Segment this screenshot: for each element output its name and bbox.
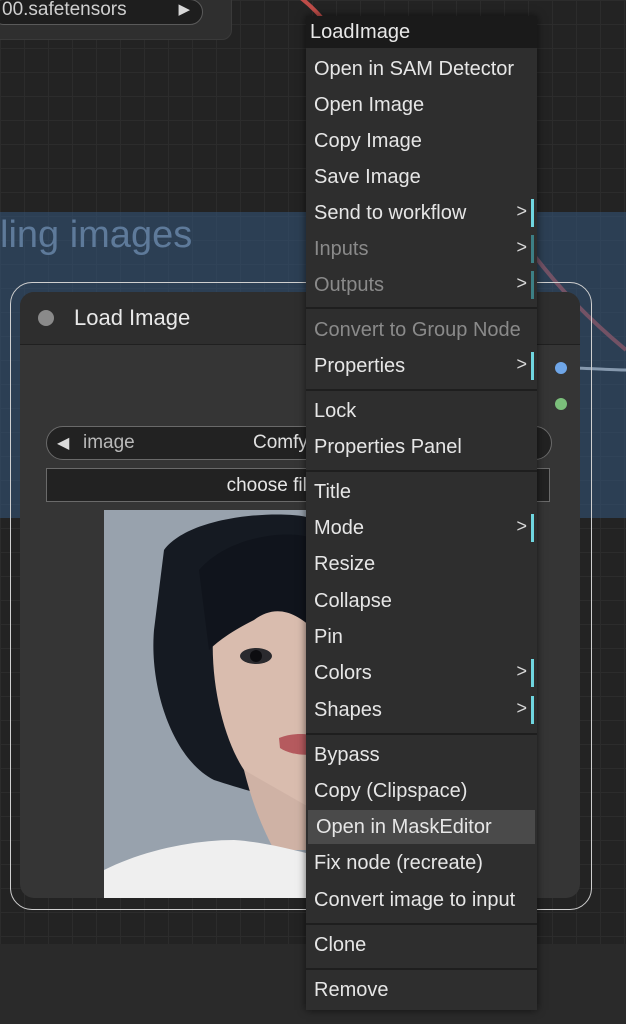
menu-item-remove[interactable]: Remove <box>306 973 537 1007</box>
menu-item-convert-to-group-node: Convert to Group Node <box>306 313 537 347</box>
previous-node[interactable]: 00.safetensors ▶ <box>0 0 232 40</box>
menu-item-label: Convert image to input <box>314 889 516 911</box>
submenu-indicator <box>531 514 534 542</box>
submenu-chevron-icon: > <box>516 354 527 374</box>
menu-item-resize[interactable]: Resize <box>306 547 537 581</box>
node-title: Load Image <box>74 305 191 330</box>
menu-item-label: Mode <box>314 517 365 539</box>
menu-item-label: Title <box>314 481 352 503</box>
menu-item-fix-node[interactable]: Fix node (recreate) <box>306 846 537 880</box>
submenu-chevron-icon: > <box>516 516 527 536</box>
menu-item-send-to-workflow[interactable]: Send to workflow > <box>306 196 537 230</box>
menu-item-properties-panel[interactable]: Properties Panel <box>306 430 537 464</box>
menu-item-bypass[interactable]: Bypass <box>306 738 537 772</box>
menu-separator <box>306 307 537 309</box>
submenu-chevron-icon: > <box>516 237 527 257</box>
submenu-indicator <box>531 271 534 299</box>
menu-item-copy-image[interactable]: Copy Image <box>306 124 537 158</box>
menu-item-label: Copy (Clipspace) <box>314 780 468 802</box>
menu-item-label: Properties Panel <box>314 436 462 458</box>
image-widget-label: image <box>83 432 135 453</box>
context-menu[interactable]: LoadImage Open in SAM Detector Open Imag… <box>306 16 537 1010</box>
submenu-chevron-icon: > <box>516 273 527 293</box>
output-port-mask[interactable] <box>555 398 567 410</box>
menu-item-properties[interactable]: Properties > <box>306 349 537 383</box>
menu-item-open-image[interactable]: Open Image <box>306 88 537 122</box>
menu-item-outputs: Outputs > <box>306 268 537 302</box>
menu-item-label: Convert to Group Node <box>314 319 521 341</box>
menu-item-label: Resize <box>314 553 376 575</box>
image-preview[interactable] <box>104 510 314 898</box>
submenu-chevron-icon: > <box>516 698 527 718</box>
submenu-chevron-icon: > <box>516 201 527 221</box>
choose-file-label: choose file <box>226 475 318 496</box>
menu-item-save-image[interactable]: Save Image <box>306 160 537 194</box>
menu-item-label: Open in MaskEditor <box>316 816 492 838</box>
menu-item-label: Open in SAM Detector <box>314 58 515 80</box>
menu-item-label: Lock <box>314 400 357 422</box>
menu-item-clone[interactable]: Clone <box>306 928 537 962</box>
group-title[interactable]: ling images <box>0 214 192 257</box>
menu-item-label: Pin <box>314 626 343 648</box>
submenu-indicator <box>531 696 534 724</box>
portrait-image <box>104 510 314 898</box>
submenu-indicator <box>531 199 534 227</box>
menu-item-title[interactable]: Title <box>306 475 537 509</box>
menu-item-shapes[interactable]: Shapes > <box>306 693 537 727</box>
menu-item-collapse[interactable]: Collapse <box>306 584 537 618</box>
checkpoint-combo[interactable]: 00.safetensors ▶ <box>0 0 203 25</box>
submenu-chevron-icon: > <box>516 661 527 681</box>
menu-item-copy-clipspace[interactable]: Copy (Clipspace) <box>306 774 537 808</box>
menu-item-label: Copy Image <box>314 130 422 152</box>
checkpoint-value: 00.safetensors <box>2 0 127 20</box>
menu-item-label: Save Image <box>314 166 421 188</box>
menu-item-label: Fix node (recreate) <box>314 852 483 874</box>
menu-item-mode[interactable]: Mode > <box>306 511 537 545</box>
context-menu-title: LoadImage <box>306 16 537 48</box>
menu-item-pin[interactable]: Pin <box>306 620 537 654</box>
menu-separator <box>306 389 537 391</box>
submenu-indicator <box>531 659 534 687</box>
submenu-indicator <box>531 352 534 380</box>
menu-item-colors[interactable]: Colors > <box>306 656 537 690</box>
menu-item-convert-image-to-input[interactable]: Convert image to input <box>306 883 537 917</box>
menu-item-label: Open Image <box>314 94 425 116</box>
menu-item-inputs: Inputs > <box>306 232 537 266</box>
menu-item-label: Outputs <box>314 274 385 296</box>
output-port-image[interactable] <box>555 362 567 374</box>
image-widget-value: Comfy <box>253 432 308 453</box>
menu-item-lock[interactable]: Lock <box>306 394 537 428</box>
menu-item-open-in-maskeditor[interactable]: Open in MaskEditor <box>308 810 535 844</box>
menu-item-label: Remove <box>314 979 389 1001</box>
menu-separator <box>306 470 537 472</box>
menu-item-label: Properties <box>314 355 406 377</box>
menu-separator <box>306 733 537 735</box>
menu-item-label: Shapes <box>314 699 382 721</box>
menu-item-label: Colors <box>314 662 372 684</box>
chevron-left-icon[interactable]: ◀ <box>57 433 69 453</box>
menu-item-label: Bypass <box>314 744 380 766</box>
menu-separator <box>306 923 537 925</box>
menu-item-label: Clone <box>314 934 367 956</box>
collapse-dot-icon[interactable] <box>38 310 54 326</box>
menu-separator <box>306 968 537 970</box>
menu-item-label: Send to workflow <box>314 202 467 224</box>
menu-item-open-in-sam-detector[interactable]: Open in SAM Detector <box>306 52 537 86</box>
chevron-right-icon[interactable]: ▶ <box>178 0 190 20</box>
menu-item-label: Inputs <box>314 238 369 260</box>
menu-item-label: Collapse <box>314 590 392 612</box>
submenu-indicator <box>531 235 534 263</box>
